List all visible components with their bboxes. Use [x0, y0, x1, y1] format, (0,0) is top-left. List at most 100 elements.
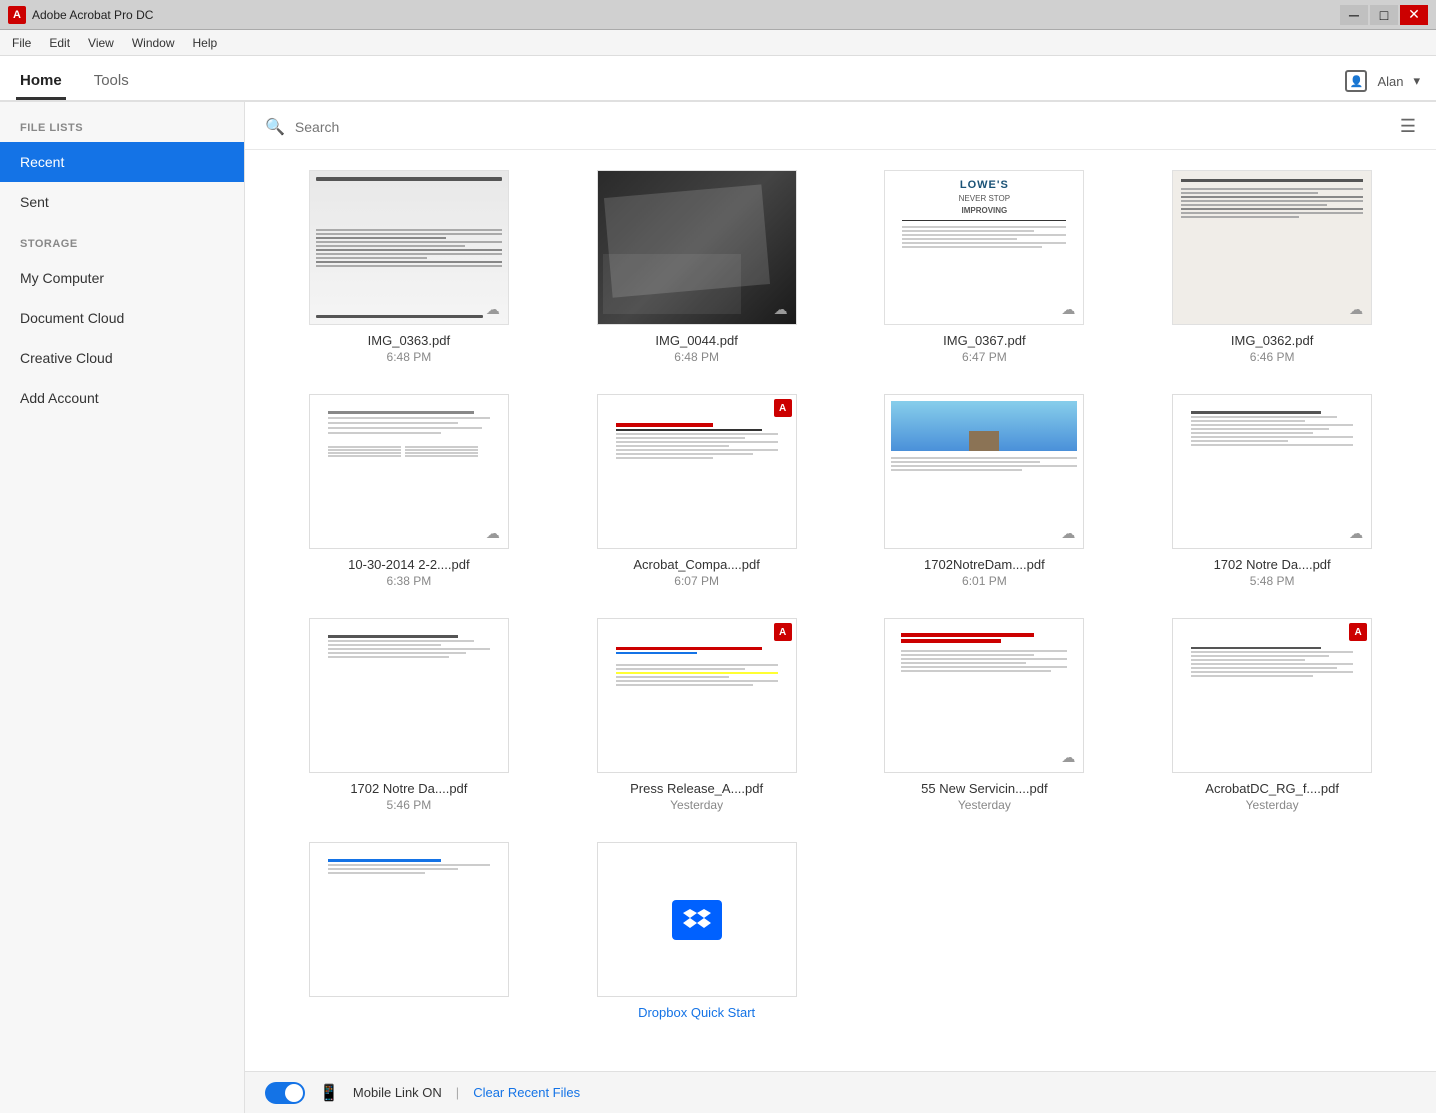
- tab-right: 👤 Alan ▾: [1345, 70, 1420, 100]
- file-item[interactable]: ☁ IMG_0044.pdf 6:48 PM: [563, 170, 831, 364]
- file-thumb: [309, 842, 509, 997]
- file-thumb: ☁: [309, 394, 509, 549]
- file-item[interactable]: [275, 842, 543, 1022]
- tab-home[interactable]: Home: [16, 62, 66, 100]
- menu-window[interactable]: Window: [124, 33, 183, 53]
- title-bar: A Adobe Acrobat Pro DC ─ □ ✕: [0, 0, 1436, 30]
- file-thumb: ☁: [1172, 394, 1372, 549]
- search-input[interactable]: [295, 119, 1400, 135]
- file-time: Yesterday: [1246, 798, 1299, 812]
- tab-tools[interactable]: Tools: [90, 62, 133, 100]
- file-lists-label: FILE LISTS: [0, 122, 244, 142]
- mobile-link-text: Mobile Link ON: [353, 1085, 442, 1100]
- file-item[interactable]: ☁ 55 New Servicin....pdf Yesterday: [851, 618, 1119, 812]
- sidebar-item-my-computer[interactable]: My Computer: [0, 258, 244, 298]
- cloud-badge: ☁: [486, 301, 500, 318]
- file-name: Dropbox Quick Start: [638, 1005, 755, 1020]
- user-dropdown-icon[interactable]: ▾: [1413, 73, 1420, 89]
- adobe-icon: A: [8, 6, 26, 24]
- file-grid-inner: ☁ IMG_0363.pdf 6:48 PM ☁ IMG_0044.pdf: [275, 170, 1406, 1022]
- file-item[interactable]: A Press Release_A....pdf Yesterday: [563, 618, 831, 812]
- main-layout: FILE LISTS Recent Sent STORAGE My Comput…: [0, 102, 1436, 1113]
- file-time: Yesterday: [670, 798, 723, 812]
- adobe-badge: A: [1349, 623, 1367, 641]
- file-time: 6:38 PM: [387, 574, 432, 588]
- file-item[interactable]: ☁ 1702 Notre Da....pdf 5:48 PM: [1138, 394, 1406, 588]
- title-bar-text: Adobe Acrobat Pro DC: [32, 8, 153, 22]
- footer-divider: |: [456, 1085, 459, 1100]
- toggle-knob: [285, 1084, 303, 1102]
- search-wrap: 🔍: [265, 117, 1400, 137]
- cloud-badge: ☁: [774, 301, 788, 318]
- sidebar-item-add-account[interactable]: Add Account: [0, 378, 244, 418]
- file-item[interactable]: Dropbox Quick Start: [563, 842, 831, 1022]
- file-name: IMG_0044.pdf: [655, 333, 737, 348]
- file-thumb: A: [597, 618, 797, 773]
- close-button[interactable]: ✕: [1400, 5, 1428, 25]
- mobile-icon: 📱: [319, 1083, 339, 1103]
- sidebar-item-creative-cloud[interactable]: Creative Cloud: [0, 338, 244, 378]
- footer: 📱 Mobile Link ON | Clear Recent Files: [245, 1071, 1436, 1113]
- sidebar-item-document-cloud[interactable]: Document Cloud: [0, 298, 244, 338]
- file-item[interactable]: A AcrobatDC_RG_f....pdf Yesterday: [1138, 618, 1406, 812]
- file-time: 6:48 PM: [674, 350, 719, 364]
- file-thumb: ☁: [884, 618, 1084, 773]
- file-time: 6:01 PM: [962, 574, 1007, 588]
- sidebar: FILE LISTS Recent Sent STORAGE My Comput…: [0, 102, 245, 1113]
- storage-label: STORAGE: [0, 238, 244, 258]
- file-grid: ☁ IMG_0363.pdf 6:48 PM ☁ IMG_0044.pdf: [245, 150, 1436, 1071]
- file-name: Press Release_A....pdf: [630, 781, 763, 796]
- file-time: 6:47 PM: [962, 350, 1007, 364]
- menu-edit[interactable]: Edit: [41, 33, 78, 53]
- tab-bar: Home Tools 👤 Alan ▾: [0, 56, 1436, 102]
- file-item[interactable]: ☁ 10-30-2014 2-2....pdf 6:38 PM: [275, 394, 543, 588]
- cloud-badge: ☁: [1349, 301, 1363, 318]
- file-thumb: ☁: [884, 394, 1084, 549]
- file-thumb: A: [597, 394, 797, 549]
- file-thumb: A: [1172, 618, 1372, 773]
- menu-help[interactable]: Help: [185, 33, 226, 53]
- search-bar: 🔍 ☰: [245, 102, 1436, 150]
- list-view-icon[interactable]: ☰: [1400, 116, 1416, 137]
- file-item[interactable]: ☁ 1702NotreDam....pdf 6:01 PM: [851, 394, 1119, 588]
- dropbox-logo: [672, 900, 722, 940]
- file-item[interactable]: A Acrobat_Compa....pdf 6:07 PM: [563, 394, 831, 588]
- file-item[interactable]: 1702 Notre Da....pdf 5:46 PM: [275, 618, 543, 812]
- dropbox-thumb: [608, 851, 786, 989]
- restore-button[interactable]: □: [1370, 5, 1398, 25]
- menu-file[interactable]: File: [4, 33, 39, 53]
- sidebar-item-recent[interactable]: Recent: [0, 142, 244, 182]
- file-thumb: ☁: [1172, 170, 1372, 325]
- menu-view[interactable]: View: [80, 33, 122, 53]
- file-time: 6:07 PM: [674, 574, 719, 588]
- file-time: 6:48 PM: [387, 350, 432, 364]
- user-name: Alan: [1377, 74, 1403, 89]
- file-item[interactable]: ☁ IMG_0362.pdf 6:46 PM: [1138, 170, 1406, 364]
- clear-recent-files-link[interactable]: Clear Recent Files: [473, 1085, 580, 1100]
- minimize-button[interactable]: ─: [1340, 5, 1368, 25]
- file-name: 10-30-2014 2-2....pdf: [348, 557, 469, 572]
- cloud-badge: ☁: [486, 525, 500, 542]
- file-name: AcrobatDC_RG_f....pdf: [1205, 781, 1339, 796]
- cloud-badge: ☁: [1061, 525, 1075, 542]
- search-icon: 🔍: [265, 117, 285, 137]
- file-item[interactable]: ☁ IMG_0363.pdf 6:48 PM: [275, 170, 543, 364]
- file-time: 5:48 PM: [1250, 574, 1295, 588]
- cloud-badge: ☁: [1061, 301, 1075, 318]
- main-tabs: Home Tools: [16, 62, 133, 100]
- sidebar-item-sent[interactable]: Sent: [0, 182, 244, 222]
- file-time: Yesterday: [958, 798, 1011, 812]
- mobile-link-toggle[interactable]: [265, 1082, 305, 1104]
- cloud-badge: ☁: [1061, 749, 1075, 766]
- adobe-badge: A: [774, 399, 792, 417]
- file-time: 5:46 PM: [387, 798, 432, 812]
- file-thumb: ☁: [309, 170, 509, 325]
- file-name: IMG_0362.pdf: [1231, 333, 1313, 348]
- menu-bar: File Edit View Window Help: [0, 30, 1436, 56]
- file-item[interactable]: LOWE'S NEVER STOP IMPROVING ☁: [851, 170, 1119, 364]
- title-bar-left: A Adobe Acrobat Pro DC: [8, 6, 153, 24]
- window-controls: ─ □ ✕: [1340, 5, 1428, 25]
- file-name: 1702 Notre Da....pdf: [1214, 557, 1331, 572]
- file-time: 6:46 PM: [1250, 350, 1295, 364]
- file-name: 1702 Notre Da....pdf: [350, 781, 467, 796]
